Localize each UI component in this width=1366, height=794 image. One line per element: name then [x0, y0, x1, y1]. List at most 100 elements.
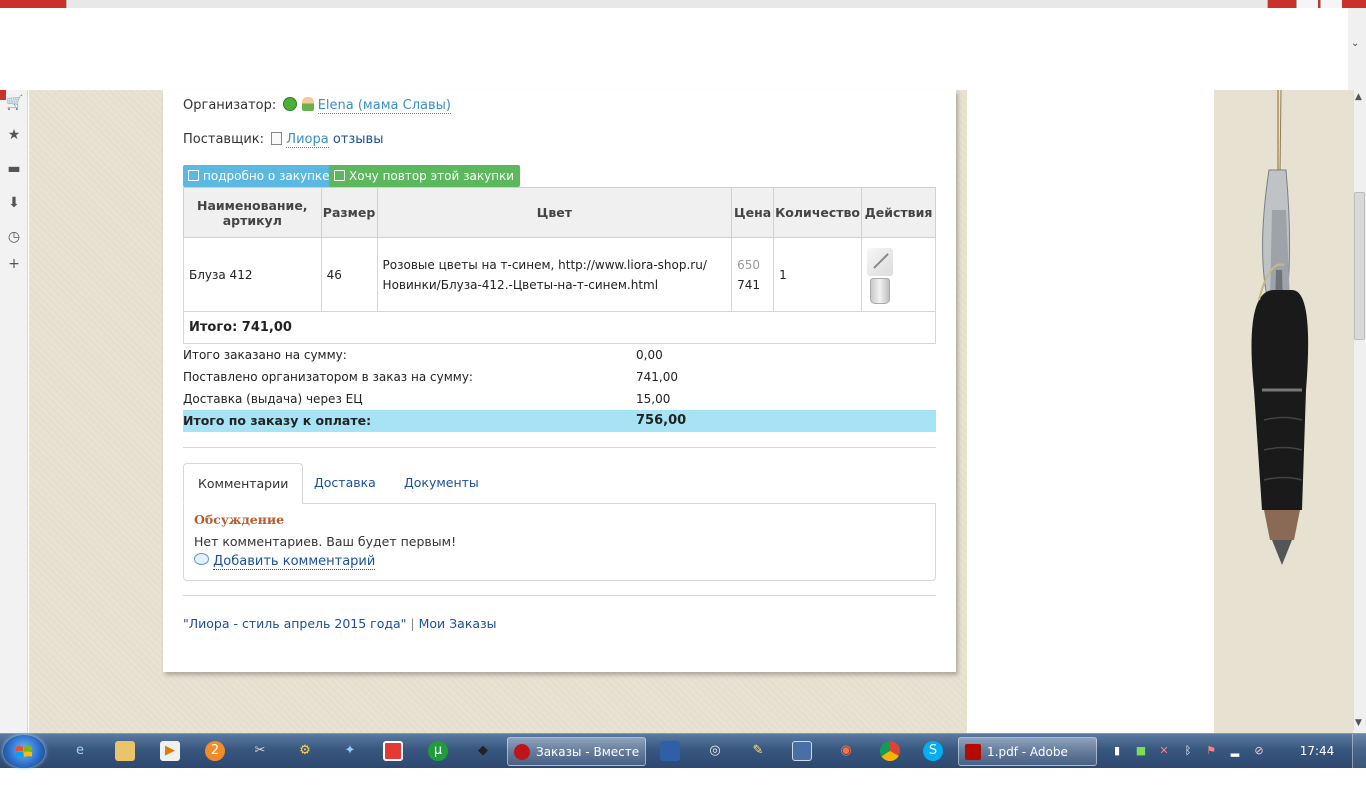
user-icon	[301, 97, 314, 111]
taskbar-item-label: Заказы - Вместе ...	[536, 745, 640, 787]
item-size: 46	[320, 237, 378, 312]
taskbar: e ▶ 2 ✂ ⚙ ✦ µ ◆ Заказы - Вместе ... ◎ ✎ …	[0, 733, 1366, 787]
sum-label: Поставлено организатором в заказ на сумм…	[183, 370, 473, 384]
discussion-title: Обсуждение	[194, 512, 285, 527]
gear-icon[interactable]: ⚙	[295, 741, 315, 761]
details-button[interactable]: подробно о закупке	[183, 165, 336, 187]
table-total: Итого: 741,00	[183, 311, 936, 344]
show-desktop-button[interactable]	[1352, 734, 1366, 769]
lifebuoy-icon[interactable]: ◉	[836, 741, 856, 761]
repeat-purchase-button[interactable]: Хочу повтор этой закупки	[329, 165, 521, 187]
utorrent-icon[interactable]: µ	[428, 741, 448, 761]
notes-icon[interactable]: ▬	[6, 161, 22, 177]
column-header: Действия	[861, 187, 936, 238]
scroll-up-icon[interactable]: ▲	[1355, 92, 1362, 102]
save-icon[interactable]	[660, 741, 680, 761]
media-player-icon[interactable]: ▶	[160, 741, 180, 761]
no-comments-text: Нет комментариев. Ваш будет первым!	[194, 534, 457, 549]
organizer-link[interactable]: Elena (мама Славы)	[317, 98, 451, 114]
table-header-row: Наименование, артикул Размер Цвет Цена К…	[183, 187, 936, 238]
item-color: Розовые цветы на т-синем, http://www.lio…	[376, 237, 733, 312]
signal-icon[interactable]: ▂	[1228, 741, 1242, 761]
details-button-label: подробно о закупке	[203, 169, 330, 183]
item-price-old: 650	[737, 257, 761, 272]
history-icon[interactable]: ◷	[6, 229, 22, 245]
edit-icon[interactable]	[867, 247, 894, 276]
windows-logo-icon	[16, 745, 32, 757]
scrollbar[interactable]	[1353, 90, 1366, 730]
clock[interactable]: 17:44	[1294, 734, 1340, 769]
add-comment-row: Добавить комментарий	[194, 553, 376, 570]
globe-icon[interactable]: ◎	[705, 741, 725, 761]
sum-row-delivery: Доставка (выдача) через ЕЦ 15,00	[183, 388, 936, 410]
maximize-button[interactable]	[1296, 0, 1318, 8]
taskbar-item-label: 1.pdf - Adobe Re...	[987, 745, 1068, 787]
ie-icon[interactable]: e	[70, 741, 90, 761]
opera-icon	[514, 744, 530, 760]
network-error-icon[interactable]: ✕	[1157, 741, 1171, 761]
organizer-label: Организатор:	[183, 98, 277, 113]
pen-decoration	[1214, 89, 1353, 570]
tab-comments[interactable]: Комментарии	[183, 463, 304, 504]
image-viewer-icon[interactable]	[792, 741, 812, 761]
taskbar-item-opera[interactable]: Заказы - Вместе ...	[507, 737, 646, 787]
supplier-reviews-link[interactable]: отзывы	[333, 132, 384, 147]
purchase-link[interactable]: "Лиора - стиль апрель 2015 года"	[183, 616, 406, 631]
supplier-row: Поставщик: Лиора отзывы	[183, 132, 384, 148]
table-row: Блуза 412 46 Розовые цветы на т-синем, h…	[183, 237, 936, 312]
tab-delivery[interactable]: Доставка	[300, 463, 390, 504]
volume-muted-icon[interactable]: ⊘	[1252, 741, 1266, 761]
item-price-cell: 650 741	[731, 237, 775, 312]
footer-separator: |	[410, 616, 415, 631]
nvidia-icon[interactable]: ■	[1134, 741, 1148, 761]
page-right-panel	[967, 90, 1213, 733]
add-comment-link[interactable]: Добавить комментарий	[213, 554, 376, 570]
column-header: Цена	[731, 187, 775, 238]
skype-icon[interactable]: S	[923, 741, 943, 761]
cart-icon[interactable]: 🛒	[6, 95, 23, 111]
chevron-down-icon[interactable]: ⌄	[1351, 38, 1359, 49]
item-quantity: 1	[773, 237, 863, 312]
column-header: Количество	[773, 187, 863, 238]
sum-value: 741,00	[636, 370, 678, 384]
tabs-bar: Комментарии Доставка Документы	[183, 463, 936, 504]
melon-icon	[283, 97, 298, 111]
spy-icon[interactable]: ◆	[473, 741, 493, 761]
tab-documents[interactable]: Документы	[390, 463, 493, 504]
order-table: Наименование, артикул Размер Цвет Цена К…	[183, 187, 936, 344]
network-icon[interactable]: ✦	[340, 741, 360, 761]
paint-icon[interactable]	[383, 741, 403, 761]
pencil-icon[interactable]: ✎	[748, 741, 768, 761]
bluetooth-icon[interactable]: ᛒ	[1181, 741, 1195, 761]
plus-icon[interactable]: +	[6, 256, 22, 272]
scrollbar-thumb[interactable]	[1354, 192, 1365, 340]
folder-icon[interactable]	[115, 741, 135, 761]
comments-panel: Обсуждение Нет комментариев. Ваш будет п…	[183, 503, 936, 581]
supplier-link[interactable]: Лиора	[286, 132, 329, 148]
download-icon[interactable]: ⬇	[6, 195, 22, 211]
divider	[183, 595, 936, 596]
close-button[interactable]	[1320, 0, 1342, 8]
tools-icon[interactable]: ✂	[250, 741, 270, 761]
sum-label: Итого по заказу к оплате:	[183, 413, 372, 428]
browser-top-bar	[0, 0, 1366, 8]
footer-links: "Лиора - стиль апрель 2015 года" | Мои З…	[183, 616, 497, 631]
start-button[interactable]	[3, 735, 45, 768]
supplier-label: Поставщик:	[183, 132, 265, 147]
delete-icon[interactable]	[870, 277, 891, 304]
item-price: 741	[737, 277, 761, 292]
star-icon[interactable]: ★	[6, 127, 22, 143]
chrome-icon[interactable]	[880, 741, 900, 761]
battery-icon[interactable]: ▮	[1110, 741, 1124, 761]
taskbar-item-pdf[interactable]: 1.pdf - Adobe Re...	[958, 737, 1097, 787]
app-orange-icon[interactable]: 2	[205, 741, 225, 761]
sum-row-total: Итого по заказу к оплате: 756,00	[183, 410, 936, 432]
item-name: Блуза 412	[183, 237, 322, 312]
sum-value: 0,00	[636, 348, 663, 362]
sum-row-supplied: Поставлено организатором в заказ на сумм…	[183, 366, 936, 388]
browser-sidebar: 🛒 ★ ▬ ⬇ ◷ +	[0, 90, 28, 733]
my-orders-link[interactable]: Мои Заказы	[419, 616, 497, 631]
item-actions	[861, 237, 936, 312]
scroll-down-icon[interactable]: ▼	[1355, 718, 1362, 728]
flag-icon[interactable]: ⚑	[1204, 741, 1218, 761]
